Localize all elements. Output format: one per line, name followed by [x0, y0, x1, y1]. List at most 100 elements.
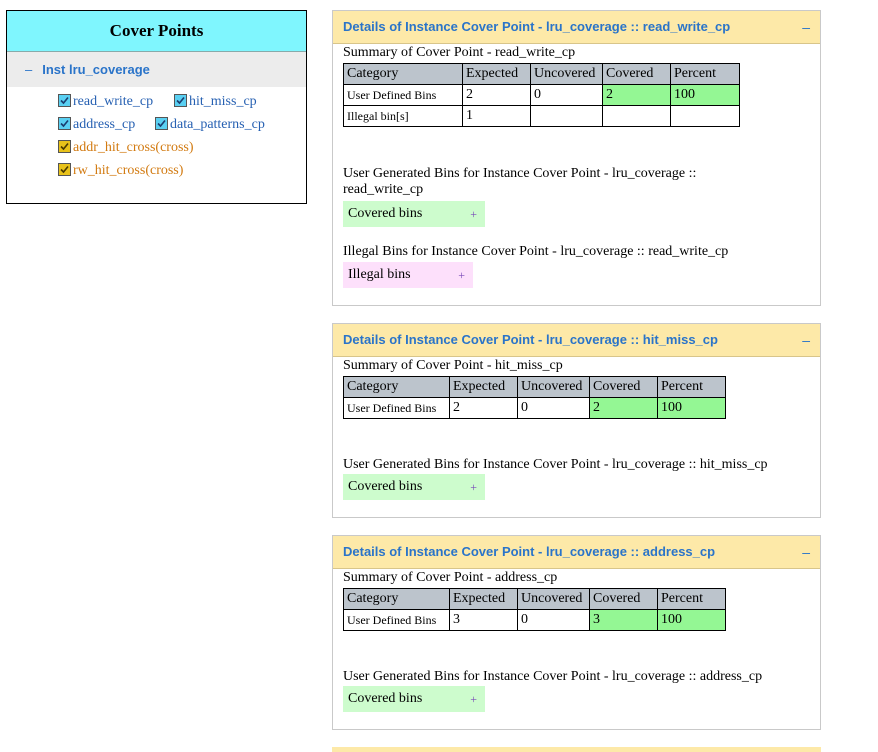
col-covered: Covered — [589, 588, 658, 610]
panel-title: Details of Instance Cover Point - lru_co… — [343, 544, 716, 559]
col-category: Category — [343, 376, 450, 398]
next-panel-header — [332, 747, 821, 752]
tree-title: Cover Points — [7, 11, 306, 52]
tree-item-label[interactable]: rw_hit_cross(cross) — [73, 163, 183, 178]
cell-expected: 1 — [462, 105, 531, 127]
checkbox-checked-icon[interactable] — [58, 117, 71, 130]
table-row: User Defined Bins 3 0 3 100 — [343, 609, 726, 631]
minimize-icon[interactable]: – — [802, 536, 810, 568]
summary-table: Category Expected Uncovered Covered Perc… — [343, 588, 726, 631]
instance-node[interactable]: – Inst lru_coverage — [7, 52, 306, 87]
col-expected: Expected — [449, 376, 518, 398]
table-header-row: Category Expected Uncovered Covered Perc… — [343, 376, 726, 398]
tree-item-label[interactable]: addr_hit_cross(cross) — [73, 140, 194, 155]
col-uncovered: Uncovered — [517, 376, 590, 398]
summary-table: Category Expected Uncovered Covered Perc… — [343, 63, 740, 127]
summary-table: Category Expected Uncovered Covered Perc… — [343, 376, 726, 419]
col-expected: Expected — [449, 588, 518, 610]
col-expected: Expected — [462, 63, 531, 85]
table-header-row: Category Expected Uncovered Covered Perc… — [343, 63, 740, 85]
tree-item-label[interactable]: data_patterns_cp — [170, 117, 265, 132]
covered-bins-button[interactable]: Covered bins + — [343, 686, 485, 712]
panel-header[interactable]: Details of Instance Cover Point - lru_co… — [333, 536, 820, 569]
cell-category: User Defined Bins — [343, 609, 450, 631]
panel-header[interactable]: Details of Instance Cover Point - lru_co… — [333, 324, 820, 357]
col-uncovered: Uncovered — [517, 588, 590, 610]
tree-item-hit-miss-cp[interactable]: hit_miss_cp — [174, 93, 257, 111]
tree-item-label[interactable]: address_cp — [73, 117, 135, 132]
panel-address-cp: Details of Instance Cover Point - lru_co… — [332, 535, 821, 730]
instance-label[interactable]: Inst lru_coverage — [42, 62, 150, 77]
covered-bins-button[interactable]: Covered bins + — [343, 201, 485, 227]
tree-item-data-patterns-cp[interactable]: data_patterns_cp — [155, 116, 265, 134]
checkbox-checked-icon[interactable] — [58, 163, 71, 176]
cell-expected: 3 — [449, 609, 518, 631]
illegal-bins-label[interactable]: Illegal bins — [348, 267, 411, 282]
tree-item-read-write-cp[interactable]: read_write_cp — [58, 93, 153, 111]
tree-item-rw-hit-cross[interactable]: rw_hit_cross(cross) — [58, 162, 183, 180]
tree-item-addr-hit-cross[interactable]: addr_hit_cross(cross) — [58, 139, 194, 157]
covered-bins-label[interactable]: Covered bins — [348, 691, 422, 706]
tree-item-label[interactable]: hit_miss_cp — [189, 94, 257, 109]
cell-percent: 100 — [657, 609, 726, 631]
cell-uncovered: 0 — [517, 609, 590, 631]
checkbox-checked-icon[interactable] — [58, 94, 71, 107]
col-uncovered: Uncovered — [530, 63, 603, 85]
cell-expected: 2 — [449, 397, 518, 419]
cell-expected: 2 — [462, 84, 531, 106]
user-bins-title: User Generated Bins for Instance Cover P… — [343, 669, 763, 684]
minimize-icon[interactable]: – — [802, 11, 810, 43]
cell-covered: 2 — [602, 84, 671, 106]
cell-uncovered — [530, 105, 603, 127]
cell-percent: 100 — [657, 397, 726, 419]
cell-covered: 3 — [589, 609, 658, 631]
col-category: Category — [343, 588, 450, 610]
tree-item-address-cp[interactable]: address_cp — [58, 116, 135, 134]
expand-plus-icon[interactable]: + — [458, 262, 465, 288]
col-covered: Covered — [589, 376, 658, 398]
minimize-icon[interactable]: – — [802, 324, 810, 356]
covered-bins-label[interactable]: Covered bins — [348, 479, 422, 494]
col-percent: Percent — [657, 376, 726, 398]
panel-header[interactable]: Details of Instance Cover Point - lru_co… — [333, 11, 820, 44]
panel-title: Details of Instance Cover Point - lru_co… — [343, 19, 731, 34]
expand-plus-icon[interactable]: + — [470, 474, 477, 500]
col-covered: Covered — [602, 63, 671, 85]
user-bins-title: User Generated Bins for Instance Cover P… — [343, 457, 768, 472]
summary-title: Summary of Cover Point - read_write_cp — [343, 45, 576, 60]
checkbox-checked-icon[interactable] — [58, 140, 71, 153]
covered-bins-button[interactable]: Covered bins + — [343, 474, 485, 500]
cell-uncovered: 0 — [530, 84, 603, 106]
summary-title: Summary of Cover Point - address_cp — [343, 570, 558, 585]
cell-uncovered: 0 — [517, 397, 590, 419]
table-header-row: Category Expected Uncovered Covered Perc… — [343, 588, 726, 610]
col-percent: Percent — [670, 63, 740, 85]
checkbox-checked-icon[interactable] — [174, 94, 187, 107]
expand-plus-icon[interactable]: + — [470, 201, 477, 227]
illegal-bins-title: Illegal Bins for Instance Cover Point - … — [343, 244, 729, 259]
col-percent: Percent — [657, 588, 726, 610]
cell-category: User Defined Bins — [343, 84, 463, 106]
illegal-bins-button[interactable]: Illegal bins + — [343, 262, 473, 288]
table-row: User Defined Bins 2 0 2 100 — [343, 397, 726, 419]
panel-hit-miss-cp: Details of Instance Cover Point - lru_co… — [332, 323, 821, 518]
panel-read-write-cp: Details of Instance Cover Point - lru_co… — [332, 10, 821, 306]
cell-percent: 100 — [670, 84, 740, 106]
table-row: Illegal bin[s] 1 — [343, 105, 740, 127]
user-bins-title: User Generated Bins for Instance Cover P… — [343, 166, 697, 197]
table-row: User Defined Bins 2 0 2 100 — [343, 84, 740, 106]
cover-points-tree: Cover Points – Inst lru_coverage read_wri… — [6, 10, 307, 204]
cell-category: Illegal bin[s] — [343, 105, 463, 127]
checkbox-checked-icon[interactable] — [155, 117, 168, 130]
panel-title: Details of Instance Cover Point - lru_co… — [343, 332, 718, 347]
collapse-icon[interactable]: – — [25, 62, 32, 77]
cell-percent — [670, 105, 740, 127]
tree-item-label[interactable]: read_write_cp — [73, 94, 153, 109]
cell-category: User Defined Bins — [343, 397, 450, 419]
cell-covered: 2 — [589, 397, 658, 419]
col-category: Category — [343, 63, 463, 85]
covered-bins-label[interactable]: Covered bins — [348, 206, 422, 221]
summary-title: Summary of Cover Point - hit_miss_cp — [343, 358, 563, 373]
cell-covered — [602, 105, 671, 127]
expand-plus-icon[interactable]: + — [470, 686, 477, 712]
